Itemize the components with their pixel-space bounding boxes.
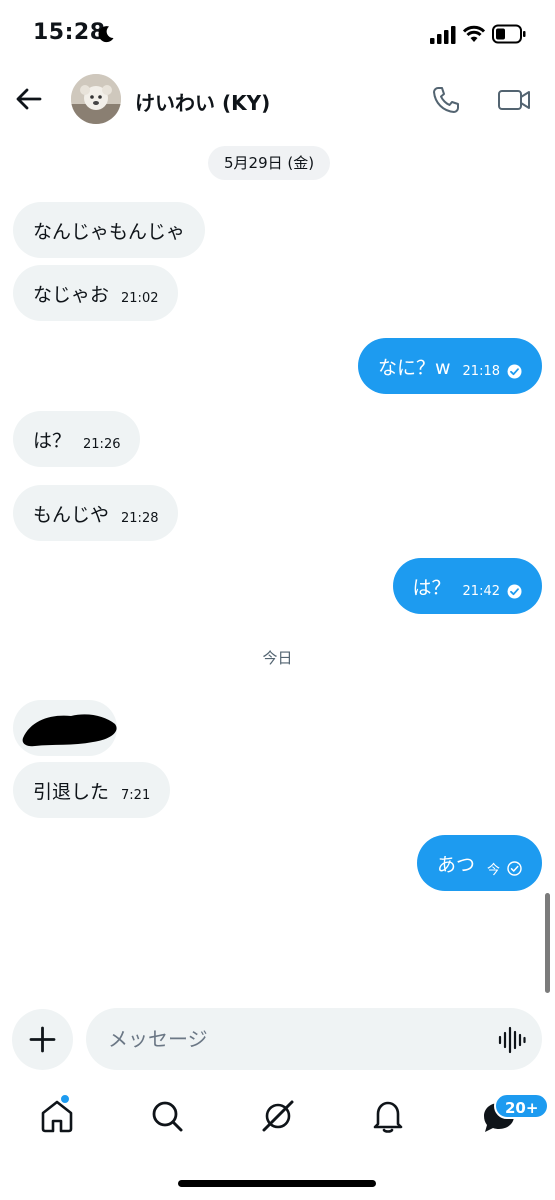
chat-header: けいわい (KY) [0, 68, 555, 130]
message-text: は？ [412, 576, 451, 599]
outgoing-message[interactable]: なに？w 21:18 [357, 338, 542, 394]
search-icon[interactable] [147, 1096, 187, 1136]
message-text: 引退した [33, 780, 110, 803]
contact-name[interactable]: けいわい (KY) [135, 87, 270, 116]
message-text: なじゃお [33, 283, 110, 306]
sent-check-icon [507, 860, 522, 876]
message-text: あつ [436, 853, 475, 876]
today-separator: 今日 [262, 649, 293, 667]
back-arrow-icon[interactable] [14, 84, 44, 114]
message-time: 今 [486, 862, 500, 878]
outgoing-message[interactable]: は？ 21:42 [392, 558, 542, 614]
scrollbar[interactable] [545, 893, 550, 993]
incoming-message[interactable]: なんじゃもんじゃ [13, 202, 206, 258]
redaction-scribble [22, 714, 117, 747]
message-text: もんじや [33, 503, 110, 526]
cellular-signal-icon [430, 26, 456, 44]
incoming-message[interactable]: は？ 21:26 [13, 411, 141, 467]
read-check-icon [507, 364, 522, 378]
message-time: 7:21 [121, 787, 151, 803]
incoming-message[interactable]: 引退した 7:21 [13, 762, 171, 818]
bell-icon[interactable] [368, 1096, 408, 1136]
outgoing-message[interactable]: あつ 今 [416, 835, 542, 891]
message-text: なんじゃもんじゃ [33, 220, 186, 243]
incoming-message[interactable]: もんじや 21:28 [13, 485, 179, 541]
message-text: なに？w [377, 356, 451, 379]
incoming-message-redacted[interactable] [13, 700, 117, 756]
voice-waveform-icon[interactable] [497, 1025, 527, 1055]
message-time: 21:02 [121, 290, 159, 306]
message-time: 21:28 [121, 510, 159, 526]
status-time: 15:28 [33, 20, 106, 45]
home-indicator [178, 1180, 376, 1187]
incoming-message[interactable]: なじゃお 21:02 [13, 265, 179, 321]
message-time: 21:26 [83, 436, 121, 452]
message-input[interactable] [86, 1008, 542, 1070]
avatar[interactable] [71, 74, 121, 124]
read-check-icon [507, 584, 522, 598]
avatar-image [71, 74, 121, 124]
battery-icon [492, 24, 526, 44]
add-attachment-button[interactable] [12, 1009, 73, 1070]
message-time: 21:42 [462, 583, 500, 599]
plus-icon [29, 1026, 56, 1053]
status-bar: 15:28 [0, 0, 555, 68]
grok-icon[interactable] [258, 1096, 298, 1136]
wifi-icon [462, 25, 486, 42]
phone-icon[interactable] [430, 84, 462, 116]
message-text: は？ [33, 429, 72, 452]
date-separator: 5月29日 (金) [208, 146, 331, 180]
messages-badge: 20+ [494, 1093, 550, 1119]
home-icon[interactable] [37, 1096, 77, 1136]
video-camera-icon[interactable] [497, 84, 531, 116]
message-time: 21:18 [462, 363, 500, 379]
moon-icon [98, 26, 114, 43]
home-notification-dot [60, 1094, 70, 1104]
